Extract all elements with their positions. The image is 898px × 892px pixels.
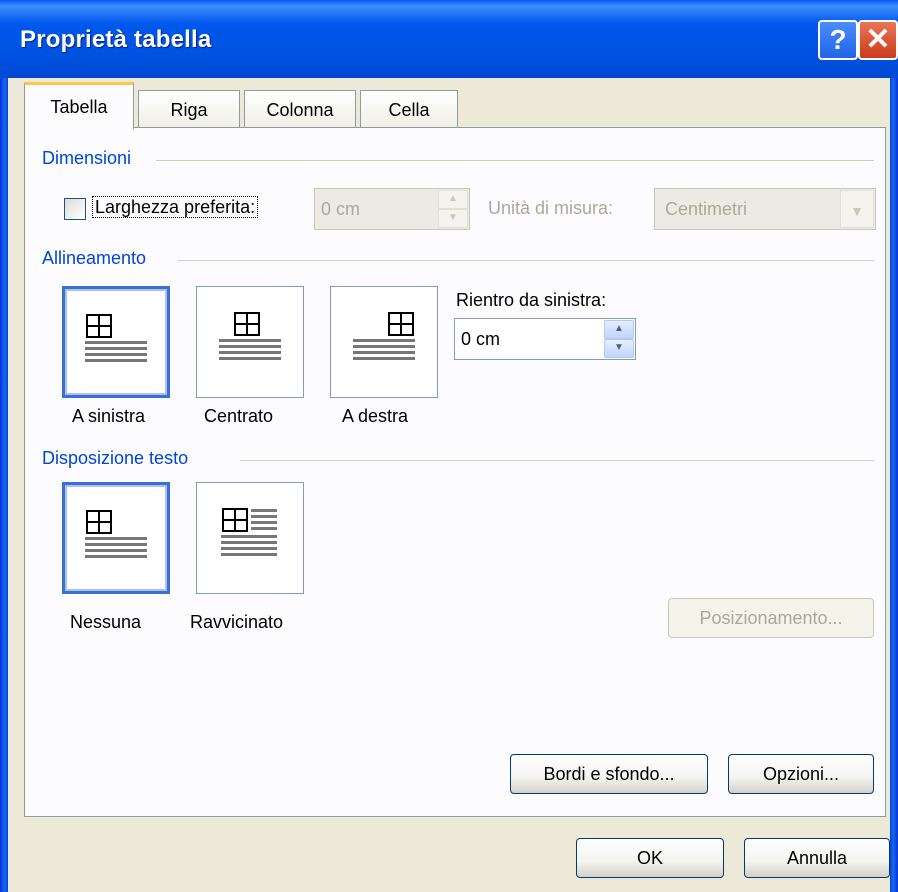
spin-up-icon[interactable]: ▲ bbox=[604, 320, 634, 339]
unit-value: Centimetri bbox=[665, 199, 748, 219]
preferred-width-label[interactable]: Larghezza preferita: bbox=[92, 196, 259, 218]
preferred-width-stepper[interactable]: ▲ ▼ bbox=[438, 190, 468, 228]
spin-up-icon[interactable]: ▲ bbox=[438, 190, 468, 209]
wrap-none-option[interactable] bbox=[62, 482, 170, 594]
group-dimensioni: Dimensioni bbox=[42, 148, 132, 168]
tab-riga-label: Riga bbox=[170, 100, 208, 120]
options-button[interactable]: Opzioni... bbox=[728, 754, 874, 794]
borders-shading-button[interactable]: Bordi e sfondo... bbox=[510, 754, 708, 794]
group-divider bbox=[156, 160, 874, 161]
align-right-option[interactable] bbox=[330, 286, 438, 398]
table-align-right-icon bbox=[353, 312, 415, 360]
preferred-width-checkbox[interactable] bbox=[64, 198, 86, 220]
tab-colonna[interactable]: Colonna bbox=[244, 90, 356, 128]
window-frame-left bbox=[0, 0, 8, 892]
indent-field[interactable]: 0 cm ▲ ▼ bbox=[454, 318, 636, 360]
tab-tabella[interactable]: Tabella bbox=[24, 82, 134, 129]
indent-stepper[interactable]: ▲ ▼ bbox=[604, 320, 634, 358]
unit-label: Unità di misura: bbox=[488, 198, 614, 218]
unit-dropdown[interactable]: Centimetri ▼ bbox=[654, 188, 876, 230]
title-bar[interactable]: Proprietà tabella ? ✕ bbox=[0, 0, 898, 78]
ok-button[interactable]: OK bbox=[576, 838, 724, 878]
tab-riga[interactable]: Riga bbox=[138, 90, 240, 128]
preferred-width-value: 0 cm bbox=[321, 199, 361, 219]
preferred-width-field[interactable]: 0 cm ▲ ▼ bbox=[314, 188, 470, 230]
group-allineamento: Allineamento bbox=[42, 248, 147, 268]
group-divider bbox=[240, 460, 874, 461]
window-title: Proprietà tabella bbox=[20, 26, 212, 53]
align-left-label: A sinistra bbox=[72, 406, 146, 426]
indent-value: 0 cm bbox=[461, 329, 501, 349]
tab-cella[interactable]: Cella bbox=[360, 90, 458, 128]
tab-cella-label: Cella bbox=[388, 100, 430, 120]
wrap-around-label: Ravvicinato bbox=[190, 612, 284, 632]
window-frame-right bbox=[890, 0, 898, 892]
indent-label: Rientro da sinistra: bbox=[456, 290, 607, 310]
wrap-none-icon bbox=[85, 510, 147, 558]
close-button[interactable]: ✕ bbox=[858, 20, 898, 60]
chevron-down-icon[interactable]: ▼ bbox=[840, 190, 874, 228]
wrap-around-option[interactable] bbox=[196, 482, 304, 594]
table-align-center-icon bbox=[219, 312, 281, 360]
wrap-around-icon bbox=[221, 508, 277, 556]
wrap-none-label: Nessuna bbox=[70, 612, 142, 632]
spin-down-icon[interactable]: ▼ bbox=[604, 339, 634, 358]
tab-colonna-label: Colonna bbox=[266, 100, 334, 120]
positioning-button[interactable]: Posizionamento... bbox=[668, 598, 874, 638]
tab-panel-tabella bbox=[24, 127, 886, 817]
align-center-label: Centrato bbox=[204, 406, 274, 426]
spin-down-icon[interactable]: ▼ bbox=[438, 209, 468, 228]
align-center-option[interactable] bbox=[196, 286, 304, 398]
tab-tabella-label: Tabella bbox=[50, 97, 108, 117]
cancel-button[interactable]: Annulla bbox=[744, 838, 890, 878]
help-button[interactable]: ? bbox=[818, 20, 858, 60]
align-left-option[interactable] bbox=[62, 286, 170, 398]
group-disposizione-testo: Disposizione testo bbox=[42, 448, 189, 468]
table-align-left-icon bbox=[85, 314, 147, 362]
group-divider bbox=[178, 260, 874, 261]
align-right-label: A destra bbox=[342, 406, 409, 426]
